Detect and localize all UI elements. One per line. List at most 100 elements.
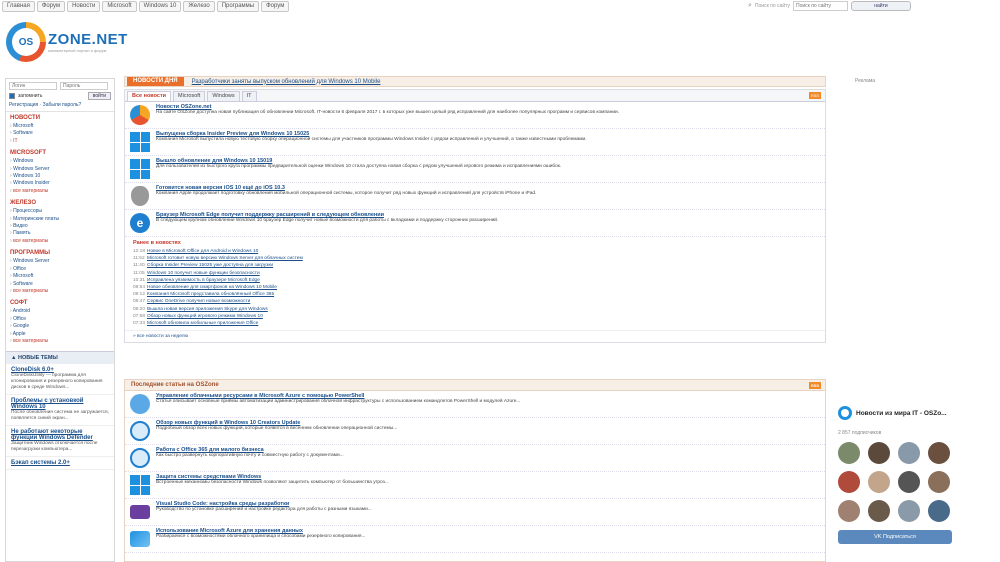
news-desc: Для пользователей из быстрого круга прог…	[156, 164, 562, 169]
sidebar-link[interactable]: Процессоры	[10, 208, 110, 215]
recent-news-link[interactable]: Сервис OneDrive получил новые возможност…	[147, 298, 250, 305]
top-nav-item[interactable]: Программы	[216, 1, 260, 12]
search-input[interactable]	[792, 1, 848, 11]
vk-widget: Новости из мира IT - OSZo... 2 857 подпи…	[838, 406, 952, 544]
sidebar-section: СофтAndroidOfficeGoogleAppleвсе материал…	[6, 297, 114, 347]
news-item: Новости OSZone.net На сайте OSZone доступ…	[125, 102, 825, 129]
cloud-icon	[129, 393, 151, 415]
search-placeholder: Поиск по сайту	[754, 3, 790, 9]
community-avatar-icon[interactable]	[838, 406, 852, 420]
all-news-link[interactable]: » все новости за неделю	[125, 330, 825, 342]
vk-group-title[interactable]: Новости из мира IT - OSZo...	[856, 410, 947, 417]
news-desc: На сайте OSZone доступна новая публикаци…	[156, 110, 620, 115]
article-item: Защита системы средствами Windows Встроен…	[125, 472, 825, 499]
subscriber-avatar[interactable]	[838, 500, 860, 522]
sidebar-links: MicrosoftSoftwareIT	[10, 123, 110, 145]
circle-icon	[129, 420, 151, 442]
sidebar-link[interactable]: Windows Insider	[10, 180, 110, 187]
recent-news-link[interactable]: Новое в Microsoft Office для Android и W…	[147, 248, 258, 255]
vk-subscribe-button[interactable]: VK Подписаться	[838, 530, 952, 544]
sidebar-link[interactable]: IT	[10, 138, 110, 145]
sidebar-link[interactable]: Windows	[10, 158, 110, 165]
article-desc: Подробный обзор всех новых функций, кото…	[156, 426, 398, 431]
subscriber-avatar[interactable]	[868, 471, 890, 493]
azure-icon	[129, 528, 151, 550]
recent-news-link[interactable]: Новое обновление для смартфонов на Windo…	[147, 284, 277, 291]
sidebar-section: ПрограммыWindows ServerOfficeMicrosoftSo…	[6, 247, 114, 297]
topic-title[interactable]: Проблемы с установкой Windows 10	[11, 398, 109, 410]
sidebar-links: AndroidOfficeGoogleAppleвсе материалы	[10, 308, 110, 345]
recent-news-time: 09:12	[133, 292, 146, 298]
rss-icon[interactable]: RSS	[809, 382, 821, 389]
sidebar-link[interactable]: Материнские платы	[10, 216, 110, 223]
main-news-column: НОВОСТИ ДНЯ Разработчики заняты выпуском…	[124, 76, 826, 344]
login-button[interactable]: войти	[87, 92, 111, 100]
sidebar-link[interactable]: Microsoft	[10, 123, 110, 130]
search-button[interactable]: найти	[850, 1, 911, 11]
subscriber-avatar[interactable]	[868, 442, 890, 464]
sidebar-link[interactable]: Microsoft	[10, 273, 110, 280]
sidebar-link[interactable]: все материалы	[10, 288, 110, 295]
sidebar-links: ПроцессорыМатеринские платыВидеоПамятьвс…	[10, 208, 110, 245]
top-nav-item[interactable]: Новости	[67, 1, 101, 12]
headline-ticker[interactable]: Разработчики заняты выпуском обновлений …	[192, 79, 381, 85]
sidebar-link[interactable]: все материалы	[10, 188, 110, 195]
recent-news-time: 07:58	[133, 313, 146, 319]
recent-news-link[interactable]: Исправлена уязвимость в браузере Microso…	[147, 277, 260, 284]
recent-news-link[interactable]: Сборка Insider Preview 15025 уже доступн…	[147, 262, 273, 269]
login-links[interactable]: Регистрация · Забыли пароль?	[9, 102, 111, 108]
subscriber-avatars	[838, 442, 952, 522]
subscriber-avatar[interactable]	[898, 500, 920, 522]
recent-news-row: 09:54 Новое обновление для смартфонов на …	[133, 284, 817, 291]
subscriber-avatar[interactable]	[838, 471, 860, 493]
password-input[interactable]	[60, 82, 108, 90]
subscriber-avatar[interactable]	[838, 442, 860, 464]
top-nav-item[interactable]: Форум	[261, 1, 290, 12]
sidebar-links: WindowsWindows ServerWindows 10Windows I…	[10, 158, 110, 195]
rss-icon[interactable]: RSS	[809, 92, 821, 99]
recent-news-link[interactable]: Microsoft готовит новую версию Windows S…	[147, 255, 303, 262]
top-nav-item[interactable]: Форум	[36, 1, 66, 12]
news-tab[interactable]: Microsoft	[173, 91, 206, 101]
sidebar-link[interactable]: Google	[10, 323, 110, 330]
top-nav-item[interactable]: Microsoft	[102, 1, 137, 12]
subscriber-avatar[interactable]	[928, 471, 950, 493]
sidebar-link[interactable]: Windows 10	[10, 173, 110, 180]
sidebar-link[interactable]: все материалы	[10, 338, 110, 345]
recent-news-row: 07:33 Microsoft обновила мобильные прилож…	[133, 320, 817, 327]
news-tab[interactable]: IT	[241, 91, 257, 101]
topic-title[interactable]: Не работают некоторые функции Windows De…	[11, 429, 109, 441]
remember-checkbox[interactable]	[9, 93, 15, 99]
sidebar-link[interactable]: Видео	[10, 223, 110, 230]
recent-news-link[interactable]: Microsoft обновила мобильные приложения …	[147, 320, 258, 327]
username-input[interactable]	[9, 82, 57, 90]
subscriber-avatar[interactable]	[898, 442, 920, 464]
search-icon[interactable]: ⌕	[748, 2, 752, 10]
sidebar-link[interactable]: Apple	[10, 331, 110, 338]
recent-news-link[interactable]: Обзор новых функций игрового режима Wind…	[147, 313, 263, 320]
topic-item: Проблемы с установкой Windows 10 После об…	[6, 395, 114, 427]
sidebar-link[interactable]: Software	[10, 281, 110, 288]
top-nav-item[interactable]: Windows 10	[138, 1, 182, 12]
sidebar-link[interactable]: Office	[10, 266, 110, 273]
subscriber-avatar[interactable]	[898, 471, 920, 493]
news-tab[interactable]: Все новости	[127, 91, 172, 101]
top-nav-item[interactable]: Железо	[183, 1, 215, 12]
recent-news-link[interactable]: Windows 10 получит новые функции безопас…	[147, 270, 260, 277]
top-nav-item[interactable]: Главная	[2, 1, 35, 12]
sidebar-link[interactable]: Память	[10, 230, 110, 237]
sidebar-link[interactable]: Office	[10, 316, 110, 323]
recent-news-link[interactable]: Вышла новая версия приложения Skype для …	[147, 306, 268, 313]
site-logo[interactable]: OS ZONE.NET компьютерный портал и форум	[6, 22, 128, 62]
sidebar-link[interactable]: Windows Server	[10, 258, 110, 265]
subscriber-avatar[interactable]	[928, 500, 950, 522]
subscriber-avatar[interactable]	[928, 442, 950, 464]
topic-title[interactable]: Бэкап системы 2.0+	[11, 460, 109, 466]
recent-news-link[interactable]: Компания Microsoft представила обновлённ…	[147, 291, 274, 298]
sidebar-link[interactable]: все материалы	[10, 238, 110, 245]
subscriber-avatar[interactable]	[868, 500, 890, 522]
news-tab[interactable]: Windows	[207, 91, 240, 101]
sidebar-link[interactable]: Software	[10, 130, 110, 137]
sidebar-link[interactable]: Windows Server	[10, 166, 110, 173]
sidebar-link[interactable]: Android	[10, 308, 110, 315]
